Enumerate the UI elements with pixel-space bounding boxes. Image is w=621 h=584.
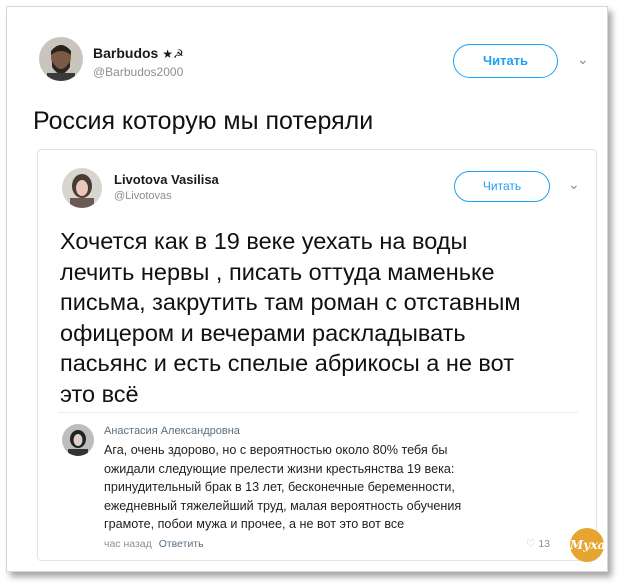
like-icon[interactable]: ♡ xyxy=(526,538,535,550)
quoted-text-line: письма, закрутить там роман с отставным xyxy=(60,289,521,315)
author-badge-icon: ★☭ xyxy=(162,47,184,61)
like-count-value: 13 xyxy=(538,538,551,550)
quoted-author-name[interactable]: Livotova Vasilisa xyxy=(114,172,219,187)
reply-text-line: Ага, очень здорово, но с вероятностью ок… xyxy=(104,443,448,457)
reply-text-line: грамоте, побои мужа и прочее, а не вот э… xyxy=(104,517,405,531)
reply-text-line: ежедневный тяжелейший труд, малая вероят… xyxy=(104,498,462,513)
avatar-livotova[interactable] xyxy=(62,168,102,208)
outer-tweet-text: Россия которую мы потеряли xyxy=(33,107,374,135)
reply-meta: час назад Ответить xyxy=(104,538,204,550)
avatar-barbudos[interactable] xyxy=(39,37,83,81)
reply-link[interactable]: Ответить xyxy=(159,538,204,550)
quoted-text-line: пасьянс и есть спелые абрикосы а не вот xyxy=(60,350,514,376)
outer-author-name-text[interactable]: Barbudos xyxy=(93,45,158,61)
reply-text-line: ожидали следующие прелести жизни крестья… xyxy=(104,461,455,476)
quoted-follow-button[interactable]: Читать xyxy=(454,171,550,202)
quoted-chevron-down-icon[interactable]: ⌄ xyxy=(568,176,580,193)
screenshot-frame: Barbudos ★☭ @Barbudos2000 Читать ⌄ Росси… xyxy=(6,6,608,572)
divider xyxy=(58,412,578,413)
quoted-text-line: Хочется как в 19 веке уехать на воды xyxy=(60,228,468,254)
reply-text-line: принудительный брак в 13 лет, бесконечны… xyxy=(104,480,455,494)
outer-author-handle[interactable]: @Barbudos2000 xyxy=(93,65,183,79)
avatar-anastasia[interactable] xyxy=(62,424,94,456)
quoted-text-line: лечить нервы , писать оттуда маменьке xyxy=(60,258,495,285)
reply-author-name[interactable]: Анастасия Александровна xyxy=(104,425,240,437)
reply-time: час назад xyxy=(104,538,152,550)
quoted-text-line: это всё xyxy=(60,380,139,407)
quoted-author-handle[interactable]: @Livotovas xyxy=(114,190,172,202)
outer-chevron-down-icon[interactable]: ⌄ xyxy=(577,51,589,68)
quoted-tweet-card[interactable]: Livotova Vasilisa @Livotovas Читать ⌄ Хо… xyxy=(37,149,605,562)
outer-follow-button[interactable]: Читать xyxy=(453,44,558,78)
quoted-text-line: офицером и вечерами раскладывать xyxy=(60,319,466,346)
reply-text: Ага, очень здорово, но с вероятностью ок… xyxy=(104,441,461,534)
watermark-logo: Муха xyxy=(570,528,605,562)
quoted-tweet-text: Хочется как в 19 веке уехать на воды леч… xyxy=(60,226,521,409)
outer-author-name[interactable]: Barbudos ★☭ xyxy=(93,45,184,61)
like-count[interactable]: ♡ 13 xyxy=(526,538,550,550)
